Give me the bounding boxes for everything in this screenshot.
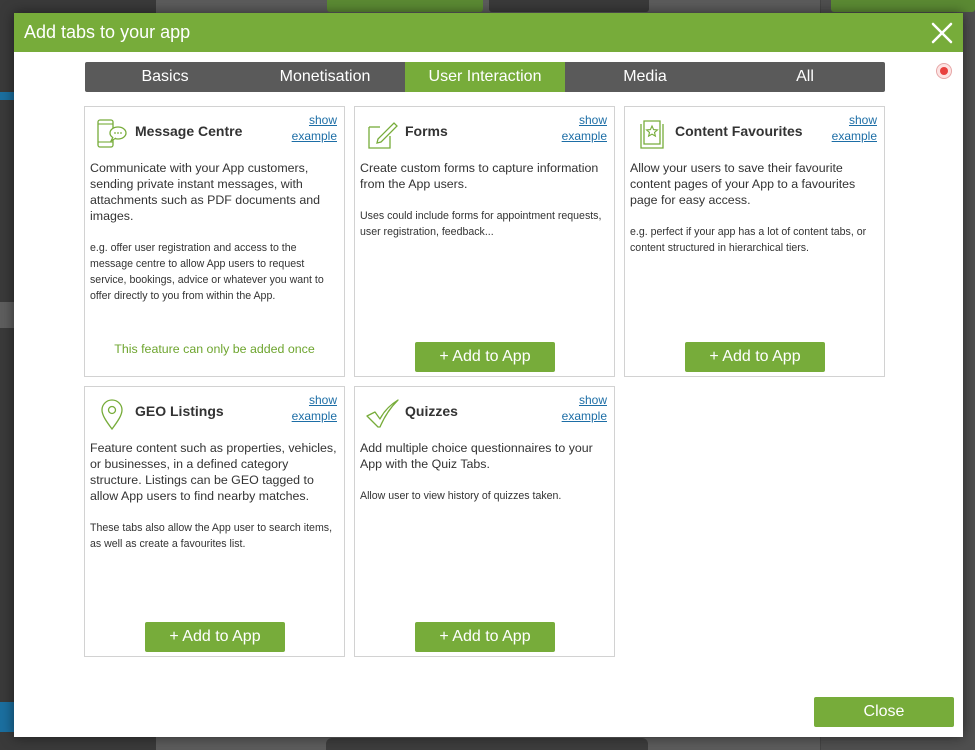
phone-chat-icon — [97, 119, 127, 148]
background-highlight-bar — [0, 92, 14, 100]
category-tabs: Basics Monetisation User Interaction Med… — [85, 62, 885, 92]
card-description: Allow your users to save their favourite… — [630, 161, 856, 207]
card-note: e.g. perfect if your app has a lot of co… — [630, 226, 867, 254]
tab-all[interactable]: All — [725, 62, 885, 92]
card-note: Uses could include forms for appointment… — [360, 210, 602, 238]
feature-card-forms: Forms show example Create custom forms t… — [354, 106, 615, 377]
show-example-link-line[interactable]: example — [287, 128, 337, 144]
card-description: Communicate with your App customers, sen… — [90, 161, 321, 223]
add-to-app-button[interactable]: + Add to App — [145, 622, 285, 652]
show-example-link[interactable]: show example — [287, 392, 337, 424]
feature-card-geo-listings: GEO Listings show example Feature conten… — [84, 386, 345, 657]
card-description: Feature content such as properties, vehi… — [90, 441, 337, 503]
background-device-base — [326, 738, 648, 750]
tab-user-interaction[interactable]: User Interaction — [405, 62, 565, 92]
card-title: Quizzes — [405, 403, 458, 419]
show-example-link[interactable]: show example — [827, 112, 877, 144]
card-note: These tabs also allow the App user to se… — [90, 522, 333, 550]
show-example-link-line[interactable]: example — [557, 408, 607, 424]
card-title: GEO Listings — [135, 403, 224, 419]
background-edit-button — [327, 0, 483, 12]
record-indicator-icon — [936, 63, 952, 79]
background-add-tab-button — [831, 0, 975, 12]
card-title: Message Centre — [135, 123, 243, 139]
close-button[interactable]: Close — [814, 697, 954, 727]
form-pen-icon — [368, 122, 398, 149]
show-example-link[interactable]: show example — [557, 112, 607, 144]
add-tabs-modal: Add tabs to your app Basics Monetisation… — [14, 13, 963, 737]
show-example-link[interactable]: show example — [287, 112, 337, 144]
feature-card-quizzes: Quizzes show example Add multiple choice… — [354, 386, 615, 657]
tab-monetisation[interactable]: Monetisation — [245, 62, 405, 92]
card-note: Allow user to view history of quizzes ta… — [360, 490, 562, 502]
add-to-app-button[interactable]: + Add to App — [415, 622, 555, 652]
background-preview-button — [489, 0, 649, 12]
feature-card-message-centre: Message Centre show example Communicate … — [84, 106, 345, 377]
show-example-link-line[interactable]: show — [287, 112, 337, 128]
modal-header: Add tabs to your app — [14, 13, 963, 52]
favourites-book-icon — [640, 120, 664, 149]
show-example-link-line[interactable]: example — [287, 408, 337, 424]
card-note: e.g. offer user registration and access … — [90, 242, 324, 302]
tab-media[interactable]: Media — [565, 62, 725, 92]
card-description: Add multiple choice questionnaires to yo… — [360, 441, 593, 471]
checkmark-icon — [366, 399, 399, 428]
add-to-app-button[interactable]: + Add to App — [415, 342, 555, 372]
show-example-link-line[interactable]: show — [557, 392, 607, 408]
background-highlight-bar — [0, 702, 14, 732]
show-example-link-line[interactable]: example — [557, 128, 607, 144]
tab-basics[interactable]: Basics — [85, 62, 245, 92]
feature-once-notice: This feature can only be added once — [114, 342, 315, 356]
card-title: Forms — [405, 123, 448, 139]
close-icon[interactable] — [929, 20, 955, 46]
card-title: Content Favourites — [675, 123, 803, 139]
location-pin-icon — [101, 399, 123, 431]
show-example-link[interactable]: show example — [557, 392, 607, 424]
feature-card-content-favourites: Content Favourites show example Allow yo… — [624, 106, 885, 377]
add-to-app-button[interactable]: + Add to App — [685, 342, 825, 372]
show-example-link-line[interactable]: example — [827, 128, 877, 144]
show-example-link-line[interactable]: show — [557, 112, 607, 128]
background-sidebar-selected-row — [0, 302, 14, 328]
show-example-link-line[interactable]: show — [287, 392, 337, 408]
show-example-link-line[interactable]: show — [827, 112, 877, 128]
card-description: Create custom forms to capture informati… — [360, 161, 599, 191]
modal-title: Add tabs to your app — [24, 22, 191, 42]
